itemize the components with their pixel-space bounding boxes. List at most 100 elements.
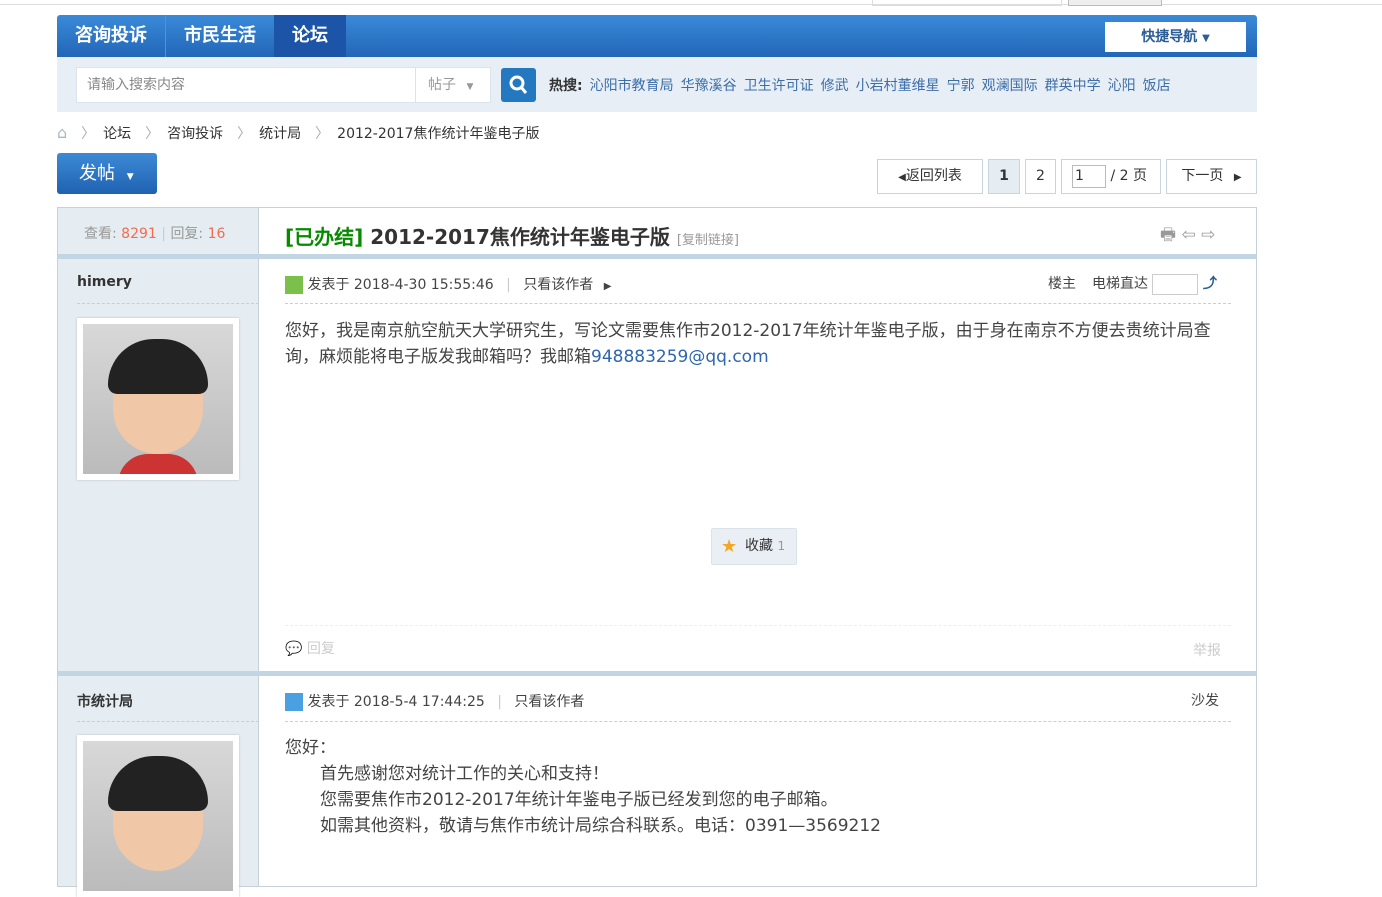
tab-citizen-life[interactable]: 市民生活 xyxy=(166,15,274,57)
top-input[interactable] xyxy=(872,0,1062,6)
copy-link[interactable]: [复制链接] xyxy=(677,233,739,248)
chevron-down-icon: ▼ xyxy=(1202,33,1210,44)
quick-nav-label: 快捷导航 xyxy=(1141,29,1198,45)
reply-label: 回复 xyxy=(306,641,335,657)
top-button[interactable] xyxy=(1068,0,1162,6)
email-link[interactable]: 948883259@qq.com xyxy=(591,347,769,367)
new-post-label: 发帖 xyxy=(79,163,115,184)
jump-label: 电梯直达 xyxy=(1092,276,1148,292)
divider xyxy=(58,254,1256,259)
favorite-button[interactable]: ★ 收藏 1 xyxy=(711,528,797,565)
search-bar: 请输入搜索内容 帖子 ▼ 热搜: 沁阳市教育局 华豫溪谷 卫生许可证 修武 小岩村董维星宁… xyxy=(57,57,1257,112)
thread-container: 查看: 8291 | 回复: 16 [已办结] 2012-2017焦作统计年鉴电… xyxy=(57,207,1257,897)
hot-link[interactable]: 沁阳市教育局 xyxy=(590,78,674,94)
report-link[interactable]: 举报 xyxy=(1193,640,1221,660)
hot-link[interactable]: 小岩村董维星 xyxy=(856,78,940,94)
home-icon[interactable]: ⌂ xyxy=(57,123,67,142)
breadcrumb: ⌂ 〉论坛〉咨询投诉〉统计局〉 2012-2017焦作统计年鉴电子版 xyxy=(57,123,540,142)
views-count: 8291 xyxy=(121,226,157,242)
divider xyxy=(285,625,1231,626)
reply-button[interactable]: 💬 回复 xyxy=(285,638,335,658)
search-icon xyxy=(509,75,528,94)
breadcrumb-item[interactable]: 咨询投诉 xyxy=(167,126,223,142)
user-icon xyxy=(285,693,303,711)
back-label: 返回列表 xyxy=(905,168,962,184)
go-icon[interactable]: ⤴ xyxy=(1203,276,1217,292)
favorite-count: 1 xyxy=(777,539,786,553)
quick-nav-button[interactable]: 快捷导航 ▼ xyxy=(1105,22,1246,52)
floor-jump-input[interactable] xyxy=(1152,273,1199,295)
favorite-label: 收藏 xyxy=(745,538,773,554)
avatar[interactable] xyxy=(77,318,239,480)
thread-tools: 🖶 ⇦ ⇨ xyxy=(1160,222,1215,251)
post-meta: 发表于 2018-4-30 15:55:46 | 只看该作者 ▶ xyxy=(285,274,611,294)
search-input[interactable]: 请输入搜索内容 xyxy=(76,67,416,103)
hot-link[interactable]: 华豫溪谷 xyxy=(681,78,737,94)
new-post-button[interactable]: 发帖 ▼ xyxy=(57,153,157,194)
chevron-right-icon: ▶ xyxy=(1233,172,1242,183)
hot-link[interactable]: 饭店 xyxy=(1143,78,1171,94)
page-input[interactable]: 1 xyxy=(1072,164,1106,188)
only-author-link[interactable]: 只看该作者 xyxy=(523,277,593,293)
print-icon[interactable]: 🖶 xyxy=(1160,225,1176,245)
post-meta: 发表于 2018-5-4 17:44:25 | 只看该作者 xyxy=(285,691,584,711)
chevron-left-icon: ◀ xyxy=(898,172,906,183)
search-type-label: 帖子 xyxy=(428,77,456,93)
back-to-list-button[interactable]: ◀返回列表 xyxy=(877,159,983,194)
post-line: 如需其他资料，敬请与焦作市统计局综合科联系。电话：0391—3569212 xyxy=(320,816,881,836)
page-jump: 1 / 2 页 xyxy=(1061,159,1161,194)
page-total: / 2 页 xyxy=(1110,168,1147,184)
hot-link[interactable]: 观澜国际 xyxy=(982,78,1038,94)
divider xyxy=(77,303,259,304)
thread-stats: 查看: 8291 | 回复: 16 xyxy=(84,226,226,242)
reply-icon: 💬 xyxy=(285,641,303,657)
hot-link[interactable]: 宁郭 xyxy=(947,78,975,94)
thread-title: [已办结] 2012-2017焦作统计年鉴电子版 [复制链接] xyxy=(285,221,739,250)
views-label: 查看: xyxy=(84,226,117,242)
user-icon xyxy=(285,276,303,294)
page-2[interactable]: 2 xyxy=(1025,159,1056,194)
author-name[interactable]: himery xyxy=(77,274,132,290)
search-button[interactable] xyxy=(501,68,536,102)
top-divider xyxy=(0,4,1382,5)
star-icon: ★ xyxy=(721,536,738,557)
hot-link[interactable]: 群英中学 xyxy=(1045,78,1101,94)
prev-thread-icon[interactable]: ⇦ xyxy=(1181,225,1195,245)
avatar-image xyxy=(83,324,233,474)
floor-label: 沙发 xyxy=(1191,693,1219,709)
post-line: 您好： xyxy=(285,738,336,758)
divider xyxy=(58,671,1256,676)
post-line: 您需要焦作市2012-2017年统计年鉴电子版已经发到您的电子邮箱。 xyxy=(320,790,838,810)
avatar-image xyxy=(83,741,233,891)
replies-label: 回复: xyxy=(170,226,204,242)
breadcrumb-item[interactable]: 论坛 xyxy=(103,126,131,142)
main-nav: 咨询投诉 市民生活 论坛 快捷导航 ▼ xyxy=(57,15,1257,57)
tab-consult[interactable]: 咨询投诉 xyxy=(57,15,166,57)
hot-link[interactable]: 沁阳 xyxy=(1108,78,1136,94)
divider xyxy=(77,721,259,722)
status-badge: [已办结] xyxy=(285,225,364,249)
next-label: 下一页 xyxy=(1181,168,1224,184)
title-text: 2012-2017焦作统计年鉴电子版 xyxy=(370,225,670,249)
post-line: 首先感谢您对统计工作的关心和支持！ xyxy=(320,764,609,784)
divider xyxy=(285,303,1231,304)
breadcrumb-current[interactable]: 2012-2017焦作统计年鉴电子版 xyxy=(337,126,539,142)
chevron-down-icon: ▼ xyxy=(126,172,134,182)
hot-searches: 热搜: 沁阳市教育局 华豫溪谷 卫生许可证 修武 小岩村董维星 宁郭 观澜国际 群英中学 沁阳 饭店 xyxy=(549,75,1171,95)
hot-link[interactable]: 卫生许可证 xyxy=(744,78,814,94)
next-thread-icon[interactable]: ⇨ xyxy=(1201,225,1215,245)
divider xyxy=(285,721,1231,722)
only-author-link[interactable]: 只看该作者 xyxy=(514,694,584,710)
post-time: 发表于 2018-5-4 17:44:25 xyxy=(307,694,485,710)
breadcrumb-item[interactable]: 统计局 xyxy=(259,126,301,142)
hot-link[interactable]: 修武 xyxy=(821,78,849,94)
hot-label: 热搜: xyxy=(549,78,583,94)
next-page-button[interactable]: 下一页 ▶ xyxy=(1166,159,1257,194)
page-1[interactable]: 1 xyxy=(988,159,1020,194)
replies-count: 16 xyxy=(207,226,226,242)
search-type-select[interactable]: 帖子 ▼ xyxy=(415,67,491,103)
post-content: 您好，我是南京航空航天大学研究生，写论文需要焦作市2012-2017年统计年鉴电… xyxy=(285,318,1235,370)
tab-forum[interactable]: 论坛 xyxy=(274,15,346,57)
author-name[interactable]: 市统计局 xyxy=(77,691,133,711)
floor-label: 楼主 xyxy=(1048,276,1076,292)
